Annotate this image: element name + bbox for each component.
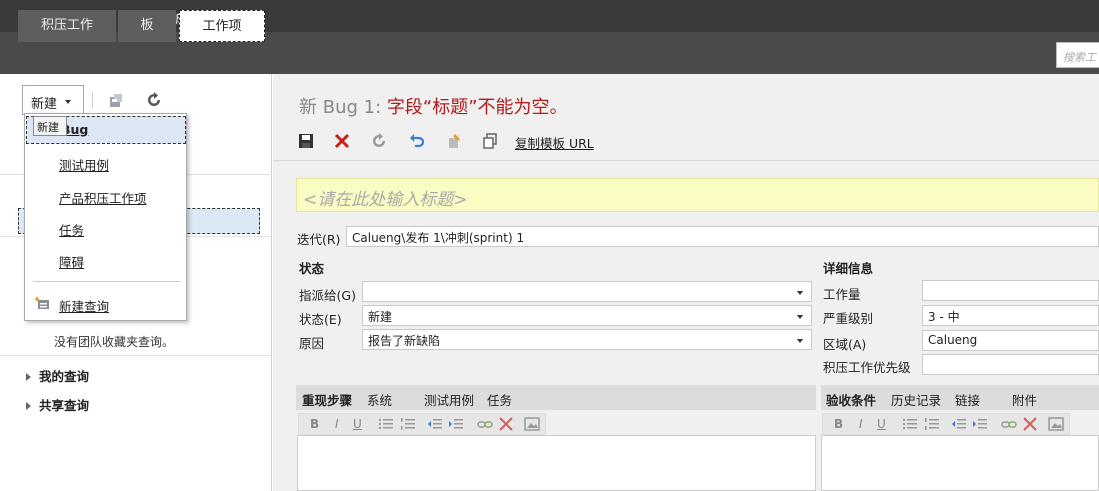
copy-icon[interactable] xyxy=(482,133,498,149)
copy-template-url-link[interactable]: 复制模板 URL xyxy=(515,133,594,152)
new-tooltip: 新建 xyxy=(33,116,67,136)
area-field[interactable]: Calueng xyxy=(922,330,1099,351)
iteration-field[interactable]: Calueng\发布 1\冲刺(sprint) 1 xyxy=(346,226,1099,247)
reason-select[interactable]: 报告了新缺陷 xyxy=(362,329,812,350)
my-queries-node[interactable]: 我的查询 xyxy=(26,366,89,385)
state-select[interactable]: 新建 xyxy=(362,305,812,326)
menu-divider xyxy=(33,281,181,282)
refresh-icon[interactable] xyxy=(146,92,162,108)
italic-button[interactable]: I xyxy=(335,417,339,431)
menu-item-test-case[interactable]: 测试用例 xyxy=(59,155,109,174)
my-queries-label: 我的查询 xyxy=(39,369,90,384)
tab-backlog[interactable]: 积压工作 xyxy=(18,10,116,42)
assigned-to-select[interactable] xyxy=(362,281,812,302)
edit-template-icon[interactable] xyxy=(446,133,462,149)
save-query-icon[interactable] xyxy=(108,92,124,108)
tab-system[interactable]: 系统 xyxy=(367,390,392,409)
reason-label: 原因 xyxy=(299,336,325,351)
tab-test-cases[interactable]: 测试用例 xyxy=(424,390,474,409)
save-icon[interactable] xyxy=(298,133,314,149)
menu-item-backlog-item[interactable]: 产品积压工作项 xyxy=(59,188,147,207)
menu-item-new-query[interactable]: 新建查询 xyxy=(59,296,109,315)
indent-icon[interactable] xyxy=(972,416,988,432)
empty-team-favorites: 没有团队收藏夹查询。 xyxy=(54,335,175,349)
severity-select[interactable]: 3 - 中 xyxy=(922,305,1099,326)
reason-value: 报告了新缺陷 xyxy=(368,334,441,348)
repro-steps-editor[interactable] xyxy=(297,435,816,491)
assigned-to-label: 指派给(G) xyxy=(299,288,356,303)
shared-queries-node[interactable]: 共享查询 xyxy=(26,395,89,414)
outdent-icon[interactable] xyxy=(951,416,967,432)
toolbar-divider xyxy=(92,92,93,108)
new-button[interactable]: 新建 xyxy=(22,85,84,115)
remove-link-icon[interactable] xyxy=(1022,416,1038,432)
tab-board[interactable]: 板 xyxy=(118,10,176,42)
search-input[interactable]: 搜索工 xyxy=(1056,42,1099,68)
tab-tasks[interactable]: 任务 xyxy=(487,390,512,409)
link-icon[interactable] xyxy=(477,416,493,432)
divider xyxy=(273,160,1099,161)
acceptance-criteria-editor[interactable] xyxy=(821,435,1099,491)
state-label: 状态(E) xyxy=(299,312,342,327)
image-icon[interactable] xyxy=(524,416,540,432)
expand-triangle-icon xyxy=(26,373,31,381)
tab-work-items[interactable]: 工作项 xyxy=(179,10,265,42)
new-dropdown-menu: Bug 测试用例 产品积压工作项 任务 障碍 新建查询 xyxy=(24,113,187,321)
menu-item-impediment[interactable]: 障碍 xyxy=(59,252,84,271)
numbered-list-icon[interactable] xyxy=(924,416,940,432)
close-icon[interactable] xyxy=(334,133,350,149)
title-input[interactable]: <请在此处输入标题> xyxy=(296,178,1099,212)
severity-label: 严重级别 xyxy=(823,311,874,326)
chevron-down-icon xyxy=(797,315,803,319)
image-icon[interactable] xyxy=(1048,416,1064,432)
chevron-down-icon xyxy=(65,100,71,104)
refresh-icon[interactable] xyxy=(371,133,387,149)
italic-button[interactable]: I xyxy=(859,417,863,431)
new-query-icon xyxy=(35,296,49,309)
bullet-list-icon[interactable] xyxy=(902,416,918,432)
work-item-title-prefix: 新 Bug 1: xyxy=(299,97,387,118)
bold-button[interactable]: B xyxy=(310,417,319,431)
shared-queries-label: 共享查询 xyxy=(39,398,90,413)
area-label: 区域(A) xyxy=(823,337,867,352)
new-button-label: 新建 xyxy=(31,97,58,112)
remove-link-icon[interactable] xyxy=(498,416,514,432)
bold-button[interactable]: B xyxy=(834,417,843,431)
work-item-title: 新 Bug 1: 字段“标题”不能为空。 xyxy=(299,93,568,119)
backlog-priority-field[interactable] xyxy=(922,354,1099,375)
details-section-header: 详细信息 xyxy=(823,261,874,276)
effort-label: 工作量 xyxy=(823,287,861,302)
tab-history[interactable]: 历史记录 xyxy=(891,390,941,409)
iteration-label: 迭代(R) xyxy=(297,232,341,247)
menu-item-task[interactable]: 任务 xyxy=(59,220,84,239)
divider xyxy=(0,355,272,356)
underline-button[interactable]: U xyxy=(353,417,362,431)
tab-links[interactable]: 链接 xyxy=(955,390,980,409)
chevron-down-icon xyxy=(797,291,803,295)
tab-acceptance-criteria[interactable]: 验收条件 xyxy=(826,390,876,409)
numbered-list-icon[interactable] xyxy=(400,416,416,432)
indent-icon[interactable] xyxy=(448,416,464,432)
backlog-priority-label: 积压工作优先级 xyxy=(823,360,911,375)
title-error-message: 字段“标题”不能为空。 xyxy=(386,97,568,118)
link-icon[interactable] xyxy=(1001,416,1017,432)
chevron-down-icon xyxy=(797,339,803,343)
tab-attachments[interactable]: 附件 xyxy=(1012,390,1037,409)
expand-triangle-icon xyxy=(26,402,31,410)
state-value: 新建 xyxy=(368,310,393,324)
status-section-header: 状态 xyxy=(299,261,325,276)
outdent-icon[interactable] xyxy=(427,416,443,432)
bullet-list-icon[interactable] xyxy=(378,416,394,432)
tab-repro-steps[interactable]: 重现步骤 xyxy=(302,390,352,409)
underline-button[interactable]: U xyxy=(877,417,886,431)
effort-field[interactable] xyxy=(922,280,1099,301)
undo-icon[interactable] xyxy=(409,133,425,149)
